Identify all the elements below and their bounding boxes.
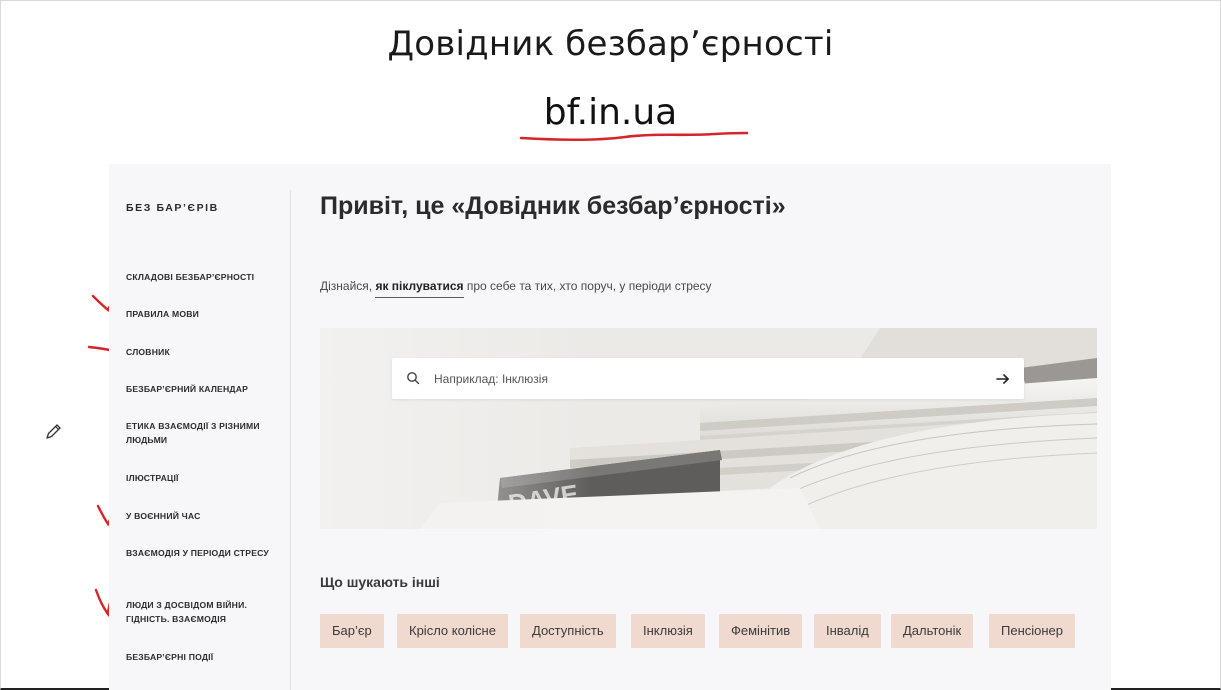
search-icon: [407, 372, 420, 385]
arrow-right-icon[interactable]: [992, 368, 1014, 390]
pencil-icon[interactable]: [44, 421, 64, 441]
intro-link[interactable]: як піклуватися: [375, 279, 464, 298]
tag-inclusion[interactable]: Інклюзія: [631, 614, 705, 648]
sidebar: БЕЗ БАР’ЄРІВ СКЛАДОВІ БЕЗБАР’ЄРНОСТІ ПРА…: [109, 164, 291, 690]
page-title: Привіт, це «Довідник безбар’єрності»: [320, 192, 786, 220]
sidebar-item-war-experience[interactable]: ЛЮДИ З ДОСВІДОМ ВІЙНИ. ГІДНІСТЬ. ВЗАЄМОД…: [126, 598, 276, 626]
website-screenshot: БЕЗ БАР’ЄРІВ СКЛАДОВІ БЕЗБАР’ЄРНОСТІ ПРА…: [109, 164, 1111, 690]
sidebar-item-events[interactable]: БЕЗБАР’ЄРНІ ПОДІЇ: [126, 650, 276, 664]
tag-wheelchair[interactable]: Крісло колісне: [397, 614, 508, 648]
sidebar-item-language-rules[interactable]: ПРАВИЛА МОВИ: [126, 307, 276, 321]
sidebar-item-illustrations[interactable]: ІЛЮСТРАЦІЇ: [126, 471, 276, 485]
main-content: Привіт, це «Довідник безбар’єрності» Діз…: [320, 164, 1100, 690]
intro-text: Дізнайся, як піклуватися про себе та тих…: [320, 279, 712, 298]
intro-after: про себе та тих, хто поруч, у періоди ст…: [463, 279, 712, 293]
sidebar-item-dictionary[interactable]: СЛОВНИК: [126, 345, 276, 359]
sidebar-item-components[interactable]: СКЛАДОВІ БЕЗБАР’ЄРНОСТІ: [126, 270, 276, 284]
tag-barrier[interactable]: Бар’єр: [320, 614, 384, 648]
sidebar-item-wartime[interactable]: У ВОЄННИЙ ЧАС: [126, 509, 276, 523]
brand-logo-text[interactable]: БЕЗ БАР’ЄРІВ: [126, 202, 219, 214]
sidebar-divider: [290, 190, 291, 690]
tag-disabled[interactable]: Інвалід: [814, 614, 881, 648]
sidebar-item-calendar[interactable]: БЕЗБАР’ЄРНИЙ КАЛЕНДАР: [126, 382, 276, 396]
sidebar-item-ethics[interactable]: ЕТИКА ВЗАЄМОДІЇ З РІЗНИМИ ЛЮДЬМИ: [126, 419, 276, 447]
slide-title: Довідник безбар’єрності: [387, 24, 834, 64]
tag-feminitive[interactable]: Фемінітив: [719, 614, 803, 648]
tag-colorblind[interactable]: Дальтонік: [891, 614, 974, 648]
intro-before: Дізнайся,: [320, 279, 376, 293]
search-input[interactable]: [434, 358, 974, 399]
search-bar: [392, 358, 1024, 399]
slide-url: bf.in.ua: [543, 92, 678, 133]
tag-pensioner[interactable]: Пенсіонер: [989, 614, 1076, 648]
sidebar-item-stress-interaction[interactable]: ВЗАЄМОДІЯ У ПЕРІОДИ СТРЕСУ: [126, 546, 276, 560]
popular-searches-title: Що шукають інші: [320, 574, 440, 590]
tag-accessibility[interactable]: Доступність: [520, 614, 616, 648]
hero-banner: DAVE: [320, 328, 1097, 529]
